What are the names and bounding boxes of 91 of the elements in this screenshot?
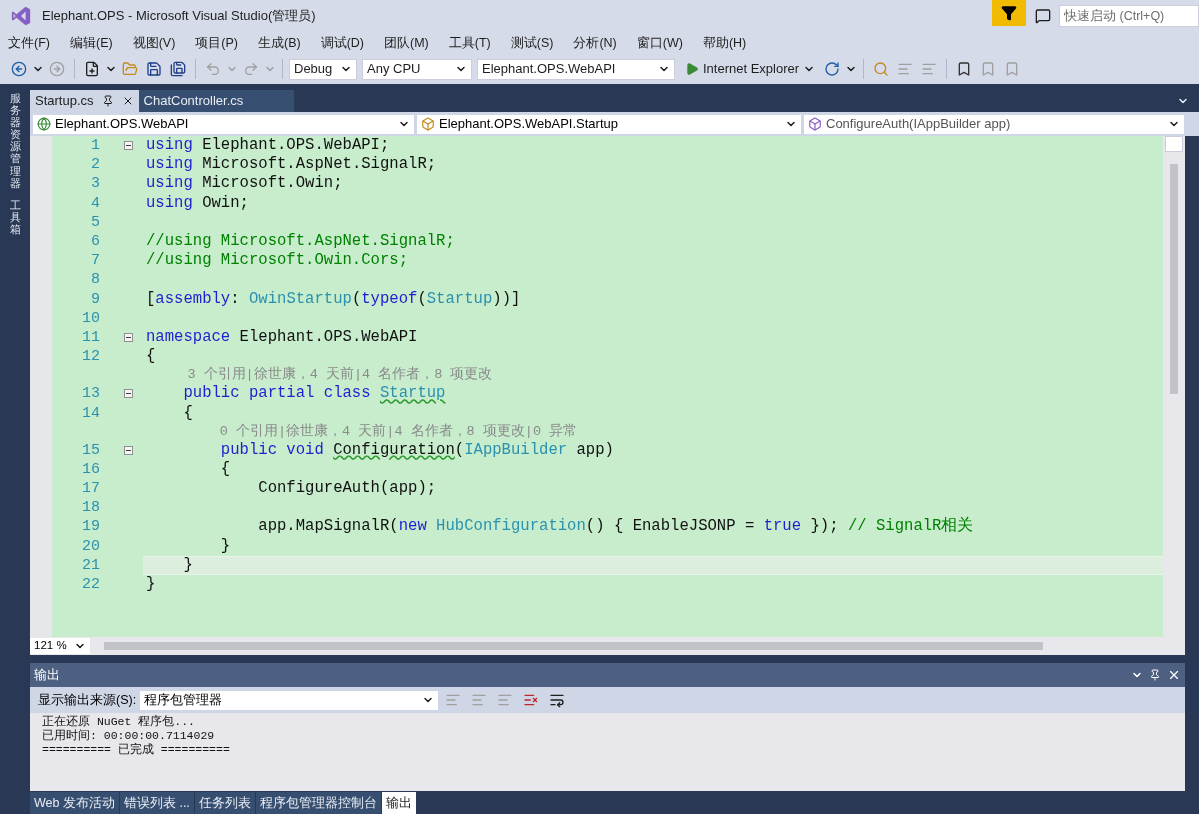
pin-icon[interactable] (101, 95, 114, 107)
line-number: 14 (81, 403, 100, 423)
member-dropdown[interactable]: ConfigureAuth(IAppBuilder app) (804, 114, 1184, 134)
project-icon (37, 117, 51, 131)
line-number: 15 (81, 440, 100, 460)
menu-item[interactable]: 生成(B) (253, 33, 306, 53)
line-number: 1 (90, 136, 100, 156)
output-line: ========== 已完成 ========== (42, 743, 231, 757)
document-tab[interactable]: ChatController.cs (138, 90, 295, 112)
tool-window-tab[interactable]: Web 发布活动 (30, 792, 119, 814)
code-line: using Elephant.OPS.WebAPI; (146, 136, 390, 156)
code-line: [assembly: OwinStartup(typeof(Startup))] (146, 289, 521, 309)
line-number: 11 (81, 327, 100, 347)
code-line: using Microsoft.Owin; (146, 174, 343, 194)
platform-dropdown[interactable]: Any CPU (362, 58, 472, 80)
output-line: 已用时间: 00:00:00.7114029 (42, 729, 216, 743)
collapse-toggle[interactable] (123, 445, 133, 455)
line-number: 16 (81, 459, 100, 479)
line-number: 5 (90, 212, 100, 232)
menu-item[interactable]: 编辑(E) (64, 33, 118, 53)
collapse-toggle[interactable] (123, 389, 133, 399)
line-number: 9 (90, 289, 100, 309)
tool-window-tab[interactable]: 程序包管理器控制台 (255, 792, 381, 814)
notification-flag-button[interactable] (992, 0, 1026, 26)
code-line: public partial class Startup (182, 384, 446, 404)
class-icon (421, 117, 435, 131)
line-number: 6 (90, 232, 100, 252)
line-number: 17 (81, 479, 100, 499)
configuration-dropdown[interactable]: Debug (289, 58, 357, 80)
quick-launch-field[interactable]: 快速启动 (Ctrl+Q) (1059, 5, 1199, 27)
line-number: 7 (90, 251, 100, 271)
menu-item[interactable]: 文件(F) (3, 33, 55, 53)
menu-item[interactable]: 帮助(H) (697, 33, 752, 53)
line-number: 19 (81, 517, 100, 537)
code-line: app.MapSignalR(new HubConfiguration() { EnableJSONP = true }); // SignalR相关 (257, 517, 974, 537)
vertical-scrollbar[interactable] (1163, 136, 1185, 637)
menu-item[interactable]: 调试(D) (315, 33, 369, 53)
output-source-label: 显示输出来源(S): (38, 691, 137, 709)
document-tab[interactable]: Startup.cs (30, 90, 139, 112)
line-number: 22 (81, 575, 100, 595)
side-panel-tab[interactable]: 工具箱 (9, 198, 21, 236)
app-logo-icon (10, 5, 32, 27)
menu-item[interactable]: 视图(V) (127, 33, 181, 53)
output-source-dropdown[interactable]: 程序包管理器 (140, 690, 439, 710)
code-line: //using Microsoft.Owin.Cors; (146, 251, 409, 271)
line-number: 4 (90, 193, 100, 213)
line-number: 12 (81, 347, 100, 367)
code-line: { (146, 347, 156, 367)
line-number: 2 (90, 155, 100, 175)
panel-title: 输出 (34, 666, 60, 684)
line-number: 13 (81, 384, 100, 404)
code-line: namespace Elephant.OPS.WebAPI (146, 327, 418, 347)
tool-window-tab[interactable]: 任务列表 (194, 792, 255, 814)
menu-item[interactable]: 分析(N) (568, 33, 622, 53)
code-line: } (219, 536, 231, 556)
line-number: 18 (81, 498, 100, 518)
line-number: 3 (90, 174, 100, 194)
code-line: using Microsoft.AspNet.SignalR; (146, 155, 437, 175)
code-line: { (182, 403, 193, 423)
output-line: 正在还原 NuGet 程序包... (42, 715, 196, 729)
side-panel-tab[interactable]: 服务器资源管理器 (9, 92, 21, 189)
line-number: 10 (81, 308, 100, 328)
menu-item[interactable]: 团队(M) (379, 33, 434, 53)
collapse-toggle[interactable] (123, 141, 133, 151)
menu-item[interactable]: 测试(S) (505, 33, 559, 53)
pin-icon[interactable] (1149, 669, 1161, 681)
collapse-toggle[interactable] (123, 332, 133, 342)
code-line: { (219, 459, 231, 479)
code-line: //using Microsoft.AspNet.SignalR; (146, 232, 455, 252)
code-line: public void Configuration(IAppBuilder app) (219, 440, 614, 460)
tool-window-tab[interactable]: 输出 (381, 792, 416, 814)
line-number: 8 (90, 270, 100, 290)
code-line: ConfigureAuth(app); (257, 479, 437, 499)
code-line: } (146, 575, 156, 595)
code-line: using Owin; (146, 193, 249, 213)
method-icon (808, 117, 822, 131)
window-title: Elephant.OPS - Microsoft Visual Studio(管理员) (42, 7, 316, 26)
close-icon[interactable] (1167, 668, 1181, 682)
code-line: } (182, 555, 193, 575)
tool-window-tab[interactable]: 错误列表 ... (119, 792, 194, 814)
project-dropdown[interactable]: Elephant.OPS.WebAPI (33, 114, 414, 134)
start-debugging-button[interactable]: Internet Explorer (681, 58, 820, 80)
type-dropdown[interactable]: Elephant.OPS.WebAPI.Startup (417, 114, 801, 134)
menu-item[interactable]: 项目(P) (190, 33, 243, 53)
startup-project-dropdown[interactable]: Elephant.OPS.WebAPI (477, 58, 675, 80)
line-number: 20 (81, 536, 100, 556)
menu-item[interactable]: 工具(T) (443, 33, 496, 53)
line-number: 21 (81, 555, 100, 575)
zoom-dropdown[interactable]: 121 % (30, 638, 90, 654)
menu-item[interactable]: 窗口(W) (631, 33, 688, 53)
play-icon (685, 62, 699, 76)
